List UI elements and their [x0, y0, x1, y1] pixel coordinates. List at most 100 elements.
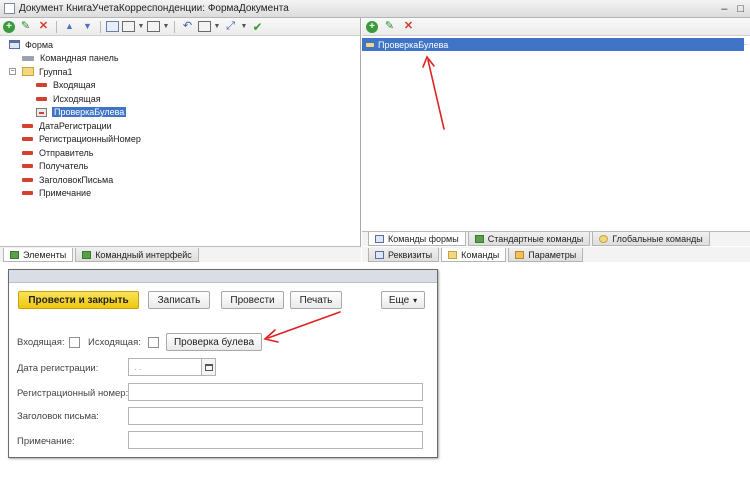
- window-title: Документ КнигаУчетаКорреспонденции: Форм…: [19, 3, 289, 14]
- check-bool-button[interactable]: Проверка булева: [166, 333, 262, 351]
- incoming-checkbox[interactable]: [69, 337, 80, 348]
- button-icon: [36, 107, 47, 117]
- tree-node-recipient[interactable]: Получатель: [0, 160, 360, 174]
- resize-icon[interactable]: ⤢: [223, 20, 238, 34]
- maximize-icon[interactable]: □: [737, 3, 744, 15]
- tab-global-commands[interactable]: Глобальные команды: [592, 232, 710, 246]
- commands-toolbar: + ✎ ✕: [362, 18, 750, 36]
- reg-number-input[interactable]: [128, 383, 423, 401]
- tree-node-check-bool[interactable]: ПроверкаБулева: [0, 106, 360, 120]
- reg-date-input[interactable]: . .: [128, 358, 202, 376]
- command-row-selected[interactable]: ПроверкаБулева: [362, 38, 744, 51]
- calendar-button[interactable]: [202, 358, 216, 376]
- reg-date-label: Дата регистрации:: [17, 363, 99, 374]
- letter-title-input[interactable]: [128, 407, 423, 425]
- left-tabs: Элементы Командный интерфейс: [0, 246, 361, 262]
- more-button[interactable]: Еще ▾: [381, 291, 425, 309]
- tree-node-command-panel[interactable]: Командная панель: [0, 52, 360, 66]
- tab-label: Параметры: [528, 249, 577, 260]
- edit-icon[interactable]: ✎: [18, 20, 33, 34]
- tab-command-interface[interactable]: Командный интерфейс: [75, 248, 199, 262]
- post-and-close-button[interactable]: Провести и закрыть: [18, 291, 139, 309]
- list-view-icon[interactable]: [147, 21, 160, 32]
- toolbar-separator: [100, 20, 101, 33]
- tab-label: Команды формы: [388, 233, 459, 244]
- move-up-icon[interactable]: ▲: [62, 20, 77, 34]
- commands-icon: [448, 250, 458, 259]
- tree-label: Форма: [25, 39, 54, 50]
- delete-icon[interactable]: ✕: [36, 20, 51, 34]
- tree-node-reg-number[interactable]: РегистрационныйНомер: [0, 133, 360, 147]
- tree-node-reg-date[interactable]: ДатаРегистрации: [0, 119, 360, 133]
- more-label: Еще: [388, 294, 410, 306]
- tree-node-group1[interactable]: − Группа1: [0, 65, 360, 79]
- chevron-down-icon: ▾: [413, 295, 418, 305]
- commands-pane: + ✎ ✕ ПроверкаБулева … Команды формы Ста…: [362, 18, 750, 262]
- tree-node-outgoing[interactable]: Исходящая: [0, 92, 360, 106]
- form-view-icon[interactable]: [106, 21, 119, 32]
- tree-label: Входящая: [53, 80, 96, 91]
- tab-label: Реквизиты: [388, 249, 433, 260]
- undo-icon[interactable]: ↶: [180, 20, 195, 34]
- command-icon: [366, 42, 374, 47]
- standard-commands-icon: [474, 234, 484, 243]
- tab-label: Команды: [461, 249, 500, 260]
- tree-label: ЗаголовокПисьма: [39, 174, 114, 185]
- tab-elements[interactable]: Элементы: [3, 248, 74, 262]
- move-down-icon[interactable]: ▼: [80, 20, 95, 34]
- panel-icon: [22, 55, 34, 61]
- chevron-down-icon[interactable]: ▼: [241, 20, 248, 34]
- collapse-icon[interactable]: −: [9, 68, 16, 76]
- add-icon[interactable]: +: [366, 20, 378, 33]
- edit-icon[interactable]: ✎: [382, 20, 397, 34]
- form-preview: Провести и закрыть Записать Провести Печ…: [8, 269, 438, 458]
- tab-commands[interactable]: Команды: [441, 248, 507, 262]
- chevron-down-icon[interactable]: ▼: [163, 20, 170, 34]
- tree-label-selected: ПроверкаБулева: [52, 107, 127, 118]
- table-icon[interactable]: [198, 21, 211, 32]
- command-tabs: Команды формы Стандартные команды Глобал…: [362, 231, 750, 246]
- folder-icon: [22, 67, 34, 77]
- toolbar-separator: [56, 20, 57, 33]
- tab-parameters[interactable]: Параметры: [508, 248, 584, 262]
- chevron-down-icon[interactable]: ▼: [214, 20, 221, 34]
- form-icon: [9, 40, 20, 50]
- tab-label: Командный интерфейс: [95, 249, 192, 260]
- tab-form-commands[interactable]: Команды формы: [368, 232, 466, 246]
- field-icon: [22, 191, 33, 196]
- document-icon: [4, 3, 15, 14]
- incoming-label: Входящая:: [17, 337, 65, 348]
- calendar-icon: [204, 363, 213, 371]
- tree-node-letter-title[interactable]: ЗаголовокПисьма: [0, 173, 360, 187]
- note-input[interactable]: [128, 431, 423, 449]
- delete-icon[interactable]: ✕: [401, 20, 416, 34]
- tab-standard-commands[interactable]: Стандартные команды: [467, 232, 591, 246]
- elements-toolbar: + ✎ ✕ ▲ ▼ ▼ ▼ ↶ ▼ ⤢ ▼ ✔: [0, 18, 360, 36]
- outgoing-checkbox[interactable]: [148, 337, 159, 348]
- tab-attributes[interactable]: Реквизиты: [368, 248, 440, 262]
- tab-label: Глобальные команды: [612, 233, 703, 244]
- tree-label: Отправитель: [39, 147, 94, 158]
- tab-label: Стандартные команды: [487, 233, 584, 244]
- tree-node-form[interactable]: Форма: [0, 38, 360, 52]
- tree-label: Командная панель: [40, 53, 119, 64]
- window-view-icon[interactable]: [122, 21, 135, 32]
- tree-node-note[interactable]: Примечание: [0, 187, 360, 201]
- tree-label: Примечание: [39, 188, 92, 199]
- field-icon: [22, 123, 33, 128]
- tree-node-sender[interactable]: Отправитель: [0, 146, 360, 160]
- command-label: ПроверкаБулева: [378, 39, 449, 50]
- form-commands-icon: [375, 234, 384, 243]
- save-button[interactable]: Записать: [148, 291, 210, 309]
- print-button[interactable]: Печать: [290, 291, 342, 309]
- check-icon[interactable]: ✔: [250, 20, 265, 34]
- tree-node-incoming[interactable]: Входящая: [0, 79, 360, 93]
- field-icon: [22, 177, 33, 182]
- field-icon: [36, 96, 47, 101]
- chevron-down-icon[interactable]: ▼: [138, 20, 145, 34]
- letter-title-label: Заголовок письма:: [17, 411, 99, 422]
- post-button[interactable]: Провести: [221, 291, 284, 309]
- minimize-icon[interactable]: –: [721, 3, 727, 15]
- scroll-marker: …: [741, 40, 748, 47]
- add-icon[interactable]: +: [3, 20, 15, 33]
